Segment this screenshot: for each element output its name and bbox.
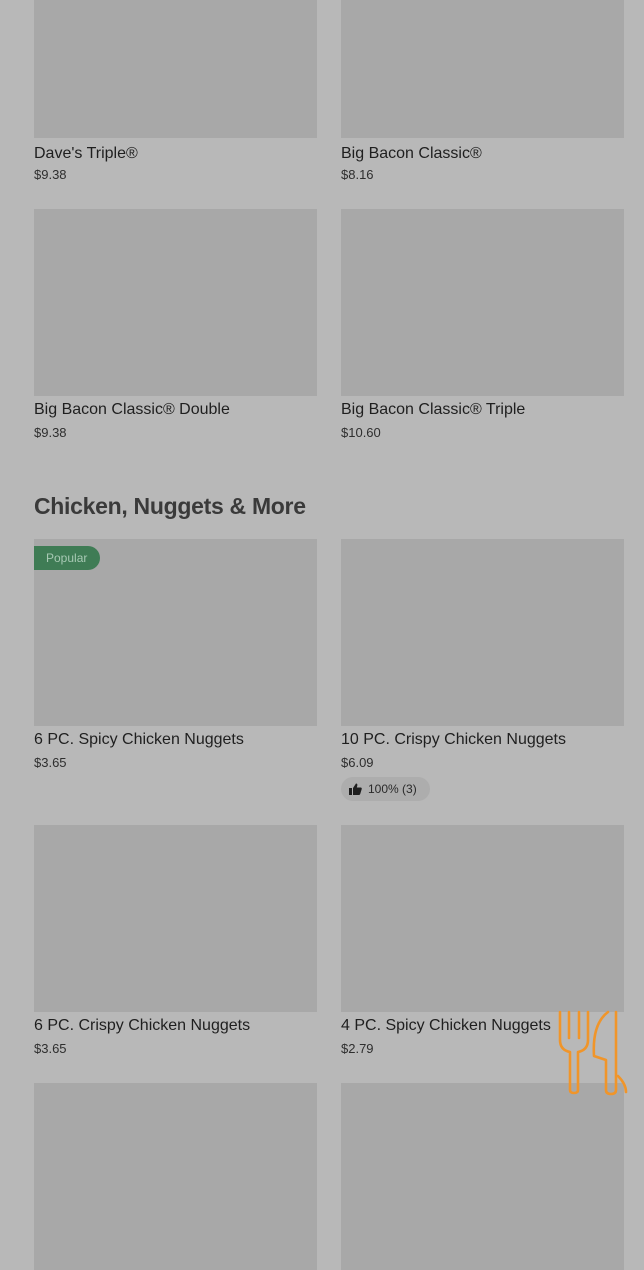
- menu-item-image[interactable]: [34, 209, 317, 396]
- menu-item-name: 10 PC. Crispy Chicken Nuggets: [341, 731, 566, 748]
- menu-item-card[interactable]: 4 PC. Spicy Chicken Nuggets $2.79: [341, 825, 624, 1056]
- menu-item-price: $2.79: [341, 1041, 374, 1056]
- menu-item-image[interactable]: [341, 1083, 624, 1270]
- menu-item-name: 6 PC. Crispy Chicken Nuggets: [34, 1017, 251, 1034]
- menu-item-price: $9.38: [34, 167, 67, 182]
- menu-item-card[interactable]: 10 PC. Crispy Chicken Nuggets $6.09 100%…: [341, 539, 624, 801]
- menu-item-card[interactable]: Big Bacon Classic® Double $9.38: [34, 209, 317, 440]
- menu-item-card[interactable]: [34, 1083, 317, 1270]
- menu-item-name: Big Bacon Classic®: [341, 145, 482, 162]
- menu-item-name: 6 PC. Spicy Chicken Nuggets: [34, 731, 244, 748]
- menu-item-card[interactable]: [341, 1083, 624, 1270]
- menu-item-price: $6.09: [341, 755, 374, 770]
- menu-item-name: Dave's Triple®: [34, 145, 138, 162]
- rating-text: 100% (3): [368, 782, 417, 796]
- menu-item-price: $3.65: [34, 755, 67, 770]
- menu-item-card[interactable]: Popular 6 PC. Spicy Chicken Nuggets $3.6…: [34, 539, 317, 770]
- section-title: Chicken, Nuggets & More: [34, 493, 306, 519]
- menu-item-price: $8.16: [341, 167, 374, 182]
- menu-item-name: Big Bacon Classic® Triple: [341, 401, 526, 418]
- thumbs-up-icon: [349, 783, 362, 795]
- menu-item-card[interactable]: Big Bacon Classic® Triple $10.60: [341, 209, 624, 440]
- popular-badge: Popular: [34, 546, 101, 570]
- menu-item-card[interactable]: 6 PC. Crispy Chicken Nuggets $3.65: [34, 825, 317, 1056]
- menu-item-card[interactable]: Dave's Triple® $9.38: [34, 0, 317, 182]
- menu-item-image[interactable]: [34, 0, 317, 138]
- utensils-icon[interactable]: [556, 1010, 628, 1096]
- rating-badge: 100% (3): [341, 777, 430, 801]
- menu-item-image[interactable]: [341, 825, 624, 1012]
- menu-item-image[interactable]: [341, 209, 624, 396]
- menu-item-name: 4 PC. Spicy Chicken Nuggets: [341, 1017, 551, 1034]
- menu-item-image[interactable]: [341, 539, 624, 726]
- menu-item-card[interactable]: Big Bacon Classic® $8.16: [341, 0, 624, 182]
- menu-item-image[interactable]: [34, 1083, 317, 1270]
- menu-item-image[interactable]: [341, 0, 624, 138]
- menu-item-name: Big Bacon Classic® Double: [34, 401, 230, 418]
- menu-item-image[interactable]: [34, 825, 317, 1012]
- menu-item-price: $10.60: [341, 425, 381, 440]
- menu-item-price: $3.65: [34, 1041, 67, 1056]
- menu-item-image[interactable]: Popular: [34, 539, 317, 726]
- menu-item-price: $9.38: [34, 425, 67, 440]
